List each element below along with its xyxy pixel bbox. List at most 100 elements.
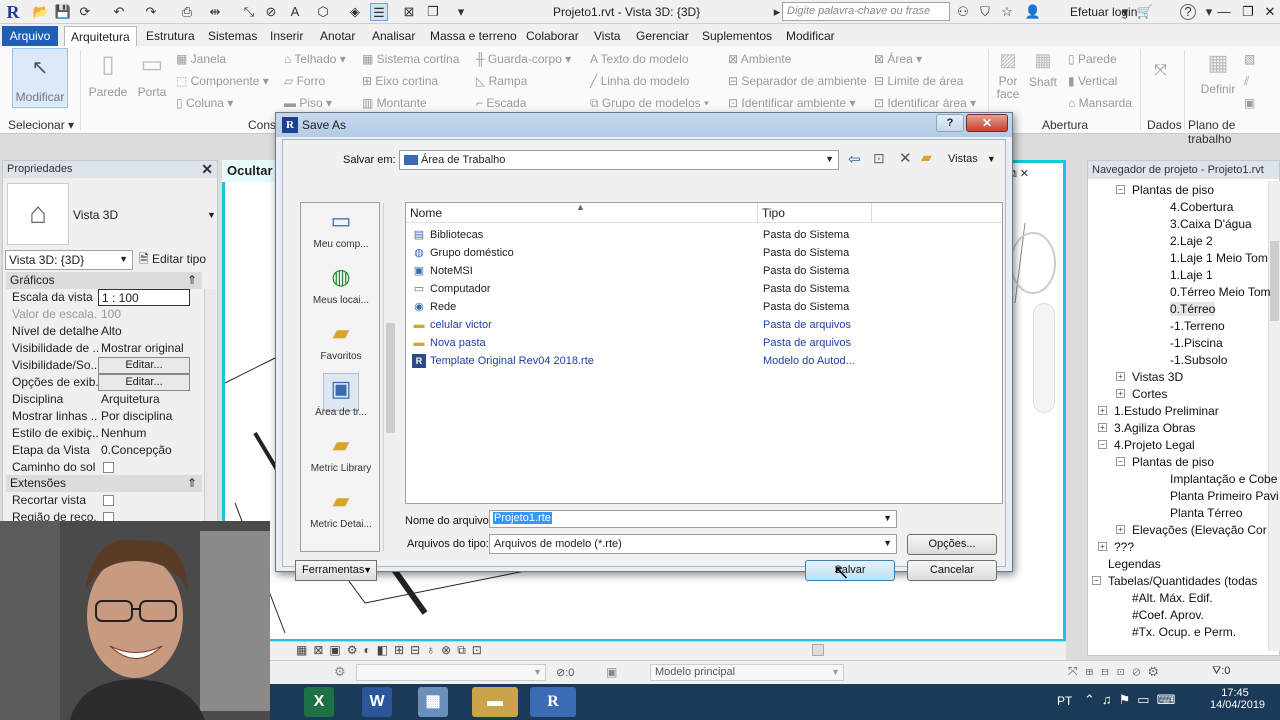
open-icon[interactable]: 📂 [32,3,50,21]
word-icon[interactable]: W [362,687,392,717]
room-separator-button[interactable]: ⊟ Separador de ambiente [728,74,867,88]
show-workplane-icon[interactable]: ▧ [1244,52,1255,66]
room-button[interactable]: ⊠ Ambiente [728,52,791,66]
print-icon[interactable]: ⎙ [178,3,196,21]
tag-room-button[interactable]: ⊡ Identificar ambiente ▾ [728,96,855,110]
vertical-opening-button[interactable]: ▮ Vertical [1068,74,1117,88]
browser-scroll-thumb[interactable] [1270,241,1279,321]
thin-lines-icon[interactable]: ☰ [370,3,388,21]
3d-view-icon[interactable]: ⬡ [314,3,332,21]
delete-icon[interactable]: ✕ [899,149,912,167]
cart-icon[interactable]: 🛒 [1136,3,1154,21]
browser-tree-item[interactable]: -1.Terreno [1170,319,1225,333]
places-scroll-thumb[interactable] [386,323,395,433]
expand-icon[interactable]: + [1098,423,1107,432]
prop-row[interactable]: Disciplina Arquitetura [6,391,190,408]
ramp-button[interactable]: ◺ Rampa [476,74,527,88]
browser-tree-item[interactable]: Planta Primeiro Pavi [1170,489,1279,503]
place-my-computer[interactable]: ▭ Meu comp... [301,207,381,250]
expand-icon[interactable]: + [1116,372,1125,381]
filename-input[interactable]: Projeto1.rte ▼ [489,510,897,528]
browser-tree-item[interactable]: 4.Projeto Legal [1114,438,1195,452]
type-dropdown-icon[interactable]: ▼ [207,210,216,220]
dialog-close-button[interactable]: ✕ [966,114,1008,132]
browser-tree-item[interactable]: 0.Térreo [1170,302,1216,316]
section-graphics[interactable]: Gráficos ⇑ [6,272,202,289]
browser-tree-item[interactable]: Tabelas/Quantidades (todas [1108,574,1257,588]
dormer-button[interactable]: ⌂ Mansarda [1068,96,1132,110]
browser-tree-item[interactable]: Implantação e Cobe [1170,472,1277,486]
align-dimension-icon[interactable]: ⤡ [240,3,258,21]
new-folder-icon[interactable]: ▰ [921,149,932,166]
section-extents[interactable]: Extensões ⇑ [6,475,202,492]
browser-tree-item[interactable]: Vistas 3D [1132,370,1183,384]
binoculars-icon[interactable]: ⚇ [954,3,972,21]
revit-logo-icon[interactable]: R [2,1,24,23]
by-face-button[interactable]: ▨ Por face [992,50,1024,101]
prop-row[interactable]: Visibilidade de ... Mostrar original [6,340,190,357]
views-dropdown[interactable]: Vistas ▼ [948,153,996,165]
tag-icon[interactable]: ⊘ [262,3,280,21]
expand-icon[interactable]: + [1098,542,1107,551]
wall-button[interactable]: ▯ Parede [86,50,130,99]
section-icon[interactable]: ◈ [346,3,364,21]
close-icon[interactable]: ✕ [201,161,213,178]
scale-input[interactable]: 1 : 100 [98,289,190,306]
help-button[interactable]: ? [936,114,964,132]
browser-tree-item[interactable]: Elevações (Elevação Cor [1132,523,1267,537]
browser-tree-item[interactable]: -1.Piscina [1170,336,1223,350]
browser-tree-item[interactable]: #Coef. Aprov. [1132,608,1204,622]
design-option-dropdown[interactable]: Modelo principal ▼ [650,664,844,681]
prop-row[interactable]: Mostrar linhas ... Por disciplina [6,408,190,425]
save-icon[interactable]: 💾 [54,3,72,21]
places-scrollbar[interactable] [383,203,397,551]
tab-gerenciar[interactable]: Gerenciar [630,26,695,46]
redo-icon[interactable]: ↷ [142,3,160,21]
area-boundary-button[interactable]: ⊟ Limite de área [874,74,963,88]
tab-sistemas[interactable]: Sistemas [202,26,263,46]
maximize-button[interactable]: ❐ [1236,2,1260,22]
floor-button[interactable]: ▬ Piso ▾ [284,96,332,110]
measure-icon[interactable]: ⇹ [206,3,224,21]
place-metric-detail[interactable]: ▰ Metric Detai... [301,487,381,530]
browser-tree-item[interactable]: 1.Estudo Preliminar [1114,404,1219,418]
tab-modificar[interactable]: Modificar [780,26,841,46]
curtain-grid-button[interactable]: ⊞ Eixo cortina [362,74,438,88]
workset-dropdown[interactable]: ▼ [356,664,546,681]
help-icon[interactable]: ? [1180,4,1196,20]
set-workplane-button[interactable]: ▦ Definir [1196,50,1240,96]
switch-windows-icon[interactable]: ❐ [424,3,442,21]
model-line-button[interactable]: ╱ Linha do modelo [590,74,689,88]
door-button[interactable]: ▭ Porta [134,50,170,99]
view-selector[interactable]: Vista 3D: {3D} ▼ [5,250,133,270]
edit-display-button[interactable]: Editar... [98,374,190,391]
expand-icon[interactable]: + [1116,389,1125,398]
browser-tree-item[interactable]: 0.Térreo Meio Tom [1170,285,1270,299]
up-folder-icon[interactable]: ⊡ [873,150,885,167]
browser-tree-item[interactable]: ??? [1114,540,1134,554]
design-options-icon[interactable]: ▣ [606,665,617,679]
curtain-system-button[interactable]: ▦ Sistema cortina [362,52,459,66]
browser-tree-item[interactable]: 3.Caixa D'água [1170,217,1252,231]
browser-tree-item[interactable]: Plantas de piso [1132,455,1214,469]
tab-vista[interactable]: Vista [588,26,626,46]
modify-button[interactable]: ↖ Modificar [12,48,68,108]
close-button[interactable]: ✕ [1258,2,1280,22]
column-button[interactable]: ▯ Coluna ▾ [176,96,233,110]
collapse-icon[interactable]: − [1092,576,1101,585]
column-name[interactable]: Nome ▲ [406,202,758,223]
favorites-star-icon[interactable]: ☆ [998,3,1016,21]
search-input[interactable]: Digite palavra-chave ou frase [782,2,950,21]
browser-tree-item[interactable]: #Alt. Máx. Edif. [1132,591,1213,605]
sun-path-checkbox[interactable] [103,462,114,473]
select-dropdown[interactable]: Selecionar ▾ [8,118,74,132]
browser-tree-item[interactable]: -1.Subsolo [1170,353,1227,367]
save-button[interactable]: Salvar [805,560,895,581]
window-button[interactable]: ▦ Janela [176,52,226,66]
options-button[interactable]: Opções... [907,534,997,555]
column-type[interactable]: Tipo [758,203,872,223]
tab-anotar[interactable]: Anotar [314,26,361,46]
collapse-icon[interactable]: − [1116,185,1125,194]
wall-opening-button[interactable]: ▯ Parede [1068,52,1117,66]
roof-button[interactable]: ⌂ Telhado ▾ [284,52,346,66]
